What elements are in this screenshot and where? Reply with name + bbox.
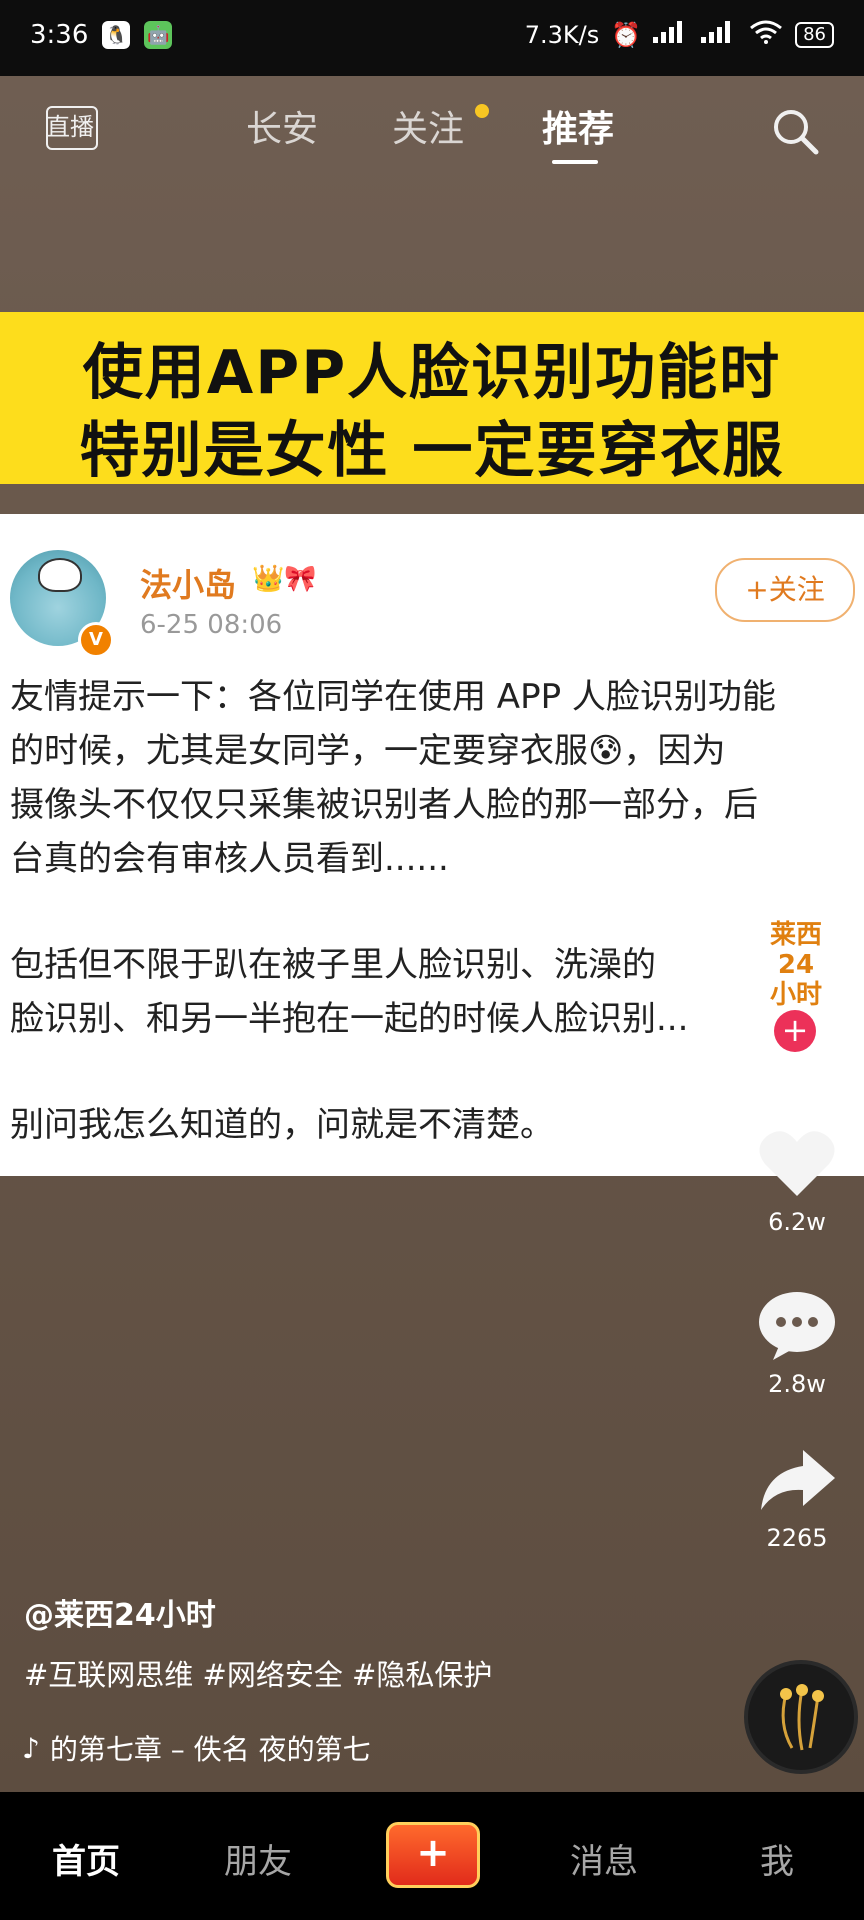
cat-icon [38,558,82,592]
music-disc[interactable] [744,1660,858,1774]
tab-friends[interactable]: 朋友 [224,1834,292,1883]
post-line: 友情提示一下：各位同学在使用 APP 人脸识别功能 [10,677,776,717]
post-card: V 法小岛 👑🎀 6-25 08:06 +关注 友情提示一下：各位同学在使用 A… [0,514,864,1176]
music-title: 的第七章 – 佚名 夜的第七 [49,1733,371,1766]
share-icon [761,1450,835,1510]
post-line: 摄像头不仅仅只采集被识别者人脸的那一部分，后 [10,785,758,825]
creator-badge-line: 莱西 [769,920,822,950]
crown-icon: 👑🎀 [252,564,317,594]
tab-me[interactable]: 我 [760,1834,794,1883]
post-line: 包括但不限于趴在被子里人脸识别、洗澡的 [10,945,656,985]
creator-badge-line: 小时 [769,980,822,1010]
bottom-nav: 首页 朋友 + 消息 我 [0,1792,864,1920]
follow-plus-button[interactable]: + [774,1010,816,1052]
status-bar: 3:36 🐧 🤖 7.3K/s ⏰ 86 [0,0,864,76]
share-count: 2265 [766,1524,828,1552]
battery-indicator: 86 [795,22,834,48]
post-line: 脸识别、和另一半抱在一起的时候人脸识别... [10,999,689,1039]
tab-following[interactable]: 关注 [392,100,464,152]
video-hashtags[interactable]: #互联网思维 #网络安全 #隐私保护 [24,1652,492,1694]
notification-dot [475,104,489,118]
music-disc-icon [780,1684,824,1751]
tab-messages[interactable]: 消息 [570,1834,638,1883]
creator-avatar[interactable]: 莱西 24 小时 [760,920,832,1016]
wifi-icon [749,20,783,50]
banner-line-2: 特别是女性 一定要穿衣服 [79,416,785,486]
top-nav: 直播 长安 关注 推荐 [0,76,864,176]
video-author-link[interactable]: @莱西24小时 [24,1590,216,1634]
android-icon: 🤖 [144,21,173,49]
active-tab-indicator [552,160,598,164]
search-icon [774,110,819,155]
share-button[interactable]: 2265 [752,1446,842,1552]
create-button[interactable]: + [386,1822,480,1888]
tab-home[interactable]: 首页 [52,1834,120,1883]
network-speed: 7.3K/s [524,21,600,49]
banner-line-1: 使用APP人脸识别功能时 [82,338,782,408]
search-button[interactable] [768,104,822,158]
qq-icon: 🐧 [102,21,131,49]
live-label: 直播 [46,113,94,141]
alarm-icon: ⏰ [611,21,642,49]
post-line: 的时候，尤其是女同学，一定要穿衣服😰，因为 [10,731,726,771]
tab-recommended[interactable]: 推荐 [542,100,614,152]
post-follow-button: +关注 [715,558,855,622]
post-line: 台真的会有审核人员看到...... [10,839,449,879]
comment-icon [759,1292,835,1360]
signal-icon [653,21,689,49]
music-info[interactable]: ♪ 的第七章 – 佚名 夜的第七 [22,1728,371,1768]
headline-banner: 使用APP人脸识别功能时 特别是女性 一定要穿衣服 [0,312,864,486]
post-line: 别问我怎么知道的，问就是不清楚。 [10,1105,554,1145]
verified-badge-icon: V [78,622,114,658]
post-time: 6-25 08:06 [140,610,283,640]
like-count: 6.2w [768,1208,826,1236]
live-button[interactable]: 直播 [42,98,98,154]
comment-count: 2.8w [768,1370,826,1398]
like-button[interactable]: 6.2w [752,1126,842,1236]
music-note-icon: ♪ [22,1731,40,1765]
post-author: 法小岛 [140,566,237,604]
tab-changan[interactable]: 长安 [246,100,318,152]
signal-hd-icon [701,21,737,49]
creator-badge-line: 24 [777,950,815,980]
heart-icon [759,1131,835,1196]
status-time: 3:36 [30,20,89,50]
comment-button[interactable]: 2.8w [752,1288,842,1398]
